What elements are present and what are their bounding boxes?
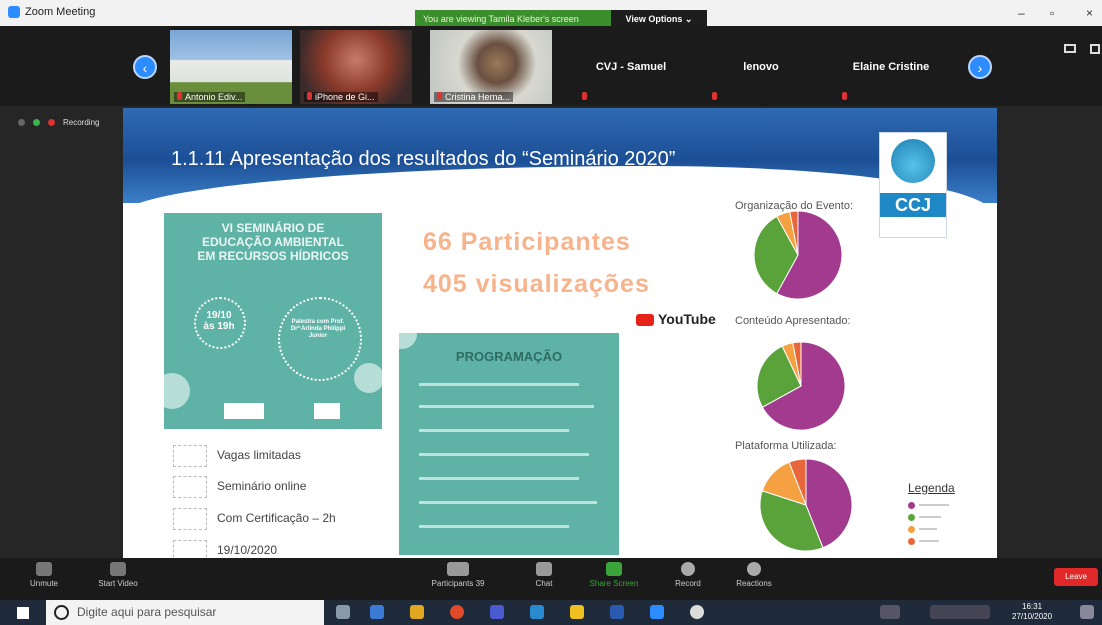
share-screen-icon (606, 562, 622, 576)
windows-start-icon[interactable] (17, 607, 29, 619)
legend-item (908, 499, 955, 511)
prev-participants-button[interactable]: ‹ (133, 55, 157, 79)
participant-name: Cristina Herna... (445, 92, 511, 102)
leave-button[interactable]: Leave (1054, 568, 1098, 586)
zoom-logo-icon (8, 6, 20, 18)
recording-indicator: Recording (18, 118, 99, 127)
legend-title: Legenda (908, 481, 955, 495)
muted-mic-icon (437, 92, 442, 100)
teams-icon[interactable] (490, 605, 504, 619)
participants-count: 39 (475, 579, 485, 588)
task-view-icon[interactable] (336, 605, 350, 619)
start-video-button[interactable]: Start Video (88, 562, 148, 588)
shield-icon (33, 119, 40, 126)
video-off-icon (110, 562, 126, 576)
participant-tile[interactable]: Elaine Cristine (830, 30, 952, 104)
muted-mic-icon (36, 562, 52, 576)
taskbar-app-icon[interactable] (370, 605, 384, 619)
reactions-button[interactable]: Reactions (724, 562, 784, 588)
legend-item (908, 511, 955, 523)
word-icon[interactable] (610, 605, 624, 619)
participant-name: iPhone de Gi... (315, 92, 375, 102)
record-button[interactable]: Record (658, 562, 718, 588)
system-tray-icons[interactable] (880, 605, 900, 619)
recording-label: Recording (63, 118, 100, 127)
participants-icon (447, 562, 469, 576)
chat-icon (536, 562, 552, 576)
participant-tile[interactable]: Antonio Ediv... (170, 30, 292, 104)
pie-charts (753, 210, 853, 552)
muted-mic-icon (842, 92, 847, 100)
file-explorer-icon[interactable] (410, 605, 424, 619)
gallery-view-icon[interactable] (1064, 44, 1076, 53)
unmute-button[interactable]: Unmute (14, 562, 74, 588)
legend: Legenda (908, 481, 955, 547)
window-title: Zoom Meeting (25, 6, 96, 18)
muted-mic-icon (307, 92, 312, 100)
app-title: Zoom Meeting (8, 6, 95, 18)
participant-name: Antonio Ediv... (185, 92, 243, 102)
muted-mic-icon (177, 92, 182, 100)
network-volume-icons[interactable] (930, 605, 990, 619)
cortana-icon (54, 605, 69, 621)
muted-mic-icon (582, 92, 587, 100)
participant-name: lenovo (743, 61, 779, 73)
participants-button[interactable]: Participants 39 (428, 562, 488, 588)
legend-item (908, 535, 955, 547)
store-icon[interactable] (530, 605, 544, 619)
record-icon (681, 562, 695, 576)
settings-gear-icon[interactable] (690, 605, 704, 619)
taskbar-search[interactable]: Digite aqui para pesquisar (46, 600, 324, 625)
participant-tile[interactable]: CVJ - Samuel (570, 30, 692, 104)
notifications-icon[interactable] (1080, 605, 1094, 619)
presentation-slide: 1.1.11 Apresentação dos resultados do “S… (123, 108, 997, 558)
status-icon (18, 119, 25, 126)
legend-item (908, 523, 955, 535)
participant-tile[interactable]: lenovo (700, 30, 822, 104)
reactions-icon (747, 562, 761, 576)
participant-name: Elaine Cristine (852, 61, 930, 73)
record-dot-icon (48, 119, 55, 126)
zoom-window: Zoom Meeting – ▫ × You are viewing Tamil… (0, 0, 1102, 600)
sticky-notes-icon[interactable] (570, 605, 584, 619)
next-participants-button[interactable]: › (968, 55, 992, 79)
participant-tile[interactable]: iPhone de Gi... (300, 30, 412, 104)
minimize-button[interactable]: – (1018, 6, 1025, 20)
share-screen-button[interactable]: Share Screen (584, 562, 644, 588)
close-button[interactable]: × (1086, 6, 1093, 20)
fullscreen-icon[interactable] (1090, 44, 1100, 54)
chrome-icon[interactable] (450, 605, 464, 619)
zoom-taskbar-icon[interactable] (650, 605, 664, 619)
participant-name: CVJ - Samuel (595, 61, 667, 73)
participant-tile[interactable]: Cristina Herna... (430, 30, 552, 104)
muted-mic-icon (712, 92, 717, 100)
restore-button[interactable]: ▫ (1050, 6, 1054, 20)
taskbar-clock[interactable]: 16:31 27/10/2020 (1012, 602, 1052, 622)
chat-button[interactable]: Chat (514, 562, 574, 588)
